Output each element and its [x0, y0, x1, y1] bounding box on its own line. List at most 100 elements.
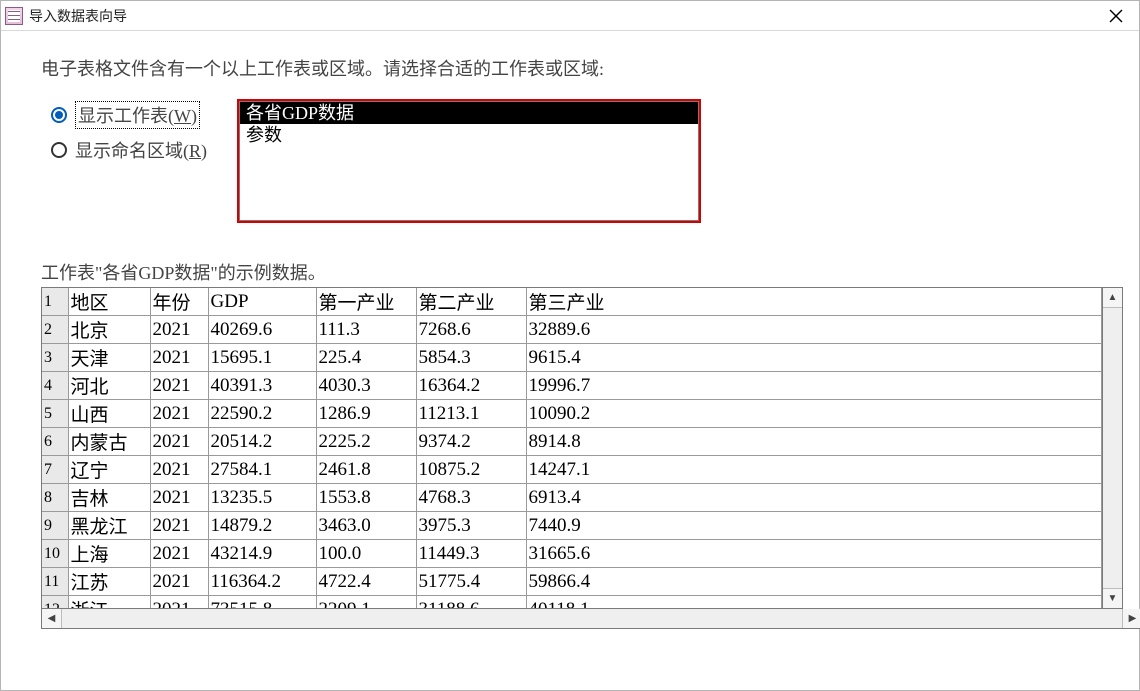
radio-icon: [51, 142, 67, 158]
cell: 4768.3: [416, 484, 526, 512]
cell: 73515.8: [208, 596, 316, 610]
cell: 16364.2: [416, 372, 526, 400]
table-row: 11江苏2021116364.24722.451775.459866.4: [42, 568, 1102, 596]
cell: 40391.3: [208, 372, 316, 400]
wizard-body: 电子表格文件含有一个以上工作表或区域。请选择合适的工作表或区域: 显示工作表(W…: [1, 31, 1139, 690]
row-number: 9: [42, 512, 68, 540]
wizard-window: 导入数据表向导 电子表格文件含有一个以上工作表或区域。请选择合适的工作表或区域:…: [0, 0, 1140, 691]
cell: 7268.6: [416, 316, 526, 344]
cell: 2021: [150, 372, 208, 400]
cell: 31188.6: [416, 596, 526, 610]
cell: 22590.2: [208, 400, 316, 428]
cell: 黑龙江: [68, 512, 150, 540]
scroll-track[interactable]: [1103, 308, 1122, 588]
cell: 天津: [68, 344, 150, 372]
cell: 19996.7: [526, 372, 1102, 400]
table-row: 6内蒙古202120514.22225.29374.28914.8: [42, 428, 1102, 456]
vertical-scrollbar[interactable]: ▲ ▼: [1103, 287, 1123, 609]
cell: 51775.4: [416, 568, 526, 596]
column-header: 第二产业: [416, 288, 526, 316]
row-number: 2: [42, 316, 68, 344]
sample-data-grid[interactable]: 1地区年份GDP第一产业第二产业第三产业2北京202140269.6111.37…: [41, 287, 1103, 609]
arrow-right-icon: ▶: [1129, 614, 1137, 624]
listbox-highlight-frame: 各省GDP数据 参数: [237, 99, 701, 223]
row-number: 7: [42, 456, 68, 484]
list-item[interactable]: 各省GDP数据: [240, 102, 698, 124]
cell: 2021: [150, 484, 208, 512]
scroll-right-button[interactable]: ▶: [1122, 609, 1140, 628]
row-number: 6: [42, 428, 68, 456]
table-row: 9黑龙江202114879.23463.03975.37440.9: [42, 512, 1102, 540]
cell: 吉林: [68, 484, 150, 512]
cell: 3975.3: [416, 512, 526, 540]
cell: 9374.2: [416, 428, 526, 456]
worksheet-listbox[interactable]: 各省GDP数据 参数: [239, 101, 699, 221]
cell: 浙江: [68, 596, 150, 610]
column-header: 第三产业: [526, 288, 1102, 316]
column-header: 地区: [68, 288, 150, 316]
cell: 15695.1: [208, 344, 316, 372]
data-table: 1地区年份GDP第一产业第二产业第三产业2北京202140269.6111.37…: [42, 288, 1102, 609]
cell: 225.4: [316, 344, 416, 372]
cell: 31665.6: [526, 540, 1102, 568]
radio-label-worksheets: 显示工作表(W): [75, 101, 200, 129]
cell: 2021: [150, 400, 208, 428]
column-header: 第一产业: [316, 288, 416, 316]
cell: 43214.9: [208, 540, 316, 568]
radio-show-worksheets[interactable]: 显示工作表(W): [51, 101, 207, 129]
titlebar: 导入数据表向导: [1, 1, 1139, 31]
scroll-left-button[interactable]: ◀: [42, 609, 62, 628]
cell: 40118.1: [526, 596, 1102, 610]
table-row: 5山西202122590.21286.911213.110090.2: [42, 400, 1102, 428]
cell: 14879.2: [208, 512, 316, 540]
cell: 27584.1: [208, 456, 316, 484]
cell: 6913.4: [526, 484, 1102, 512]
table-row: 4河北202140391.34030.316364.219996.7: [42, 372, 1102, 400]
cell: 2021: [150, 540, 208, 568]
cell: 2021: [150, 344, 208, 372]
radio-show-named-ranges[interactable]: 显示命名区域(R): [51, 137, 207, 163]
close-icon: [1109, 9, 1123, 23]
scroll-down-button[interactable]: ▼: [1103, 588, 1122, 608]
table-row: 10上海202143214.9100.011449.331665.6: [42, 540, 1102, 568]
cell: 河北: [68, 372, 150, 400]
table-row: 7辽宁202127584.12461.810875.214247.1: [42, 456, 1102, 484]
scroll-track[interactable]: [62, 609, 1122, 628]
cell: 2209.1: [316, 596, 416, 610]
cell: 2021: [150, 316, 208, 344]
row-number: 3: [42, 344, 68, 372]
cell: 5854.3: [416, 344, 526, 372]
cell: 40269.6: [208, 316, 316, 344]
cell: 山西: [68, 400, 150, 428]
selection-row: 显示工作表(W) 显示命名区域(R) 各省GDP数据 参数: [51, 99, 1119, 223]
cell: 3463.0: [316, 512, 416, 540]
row-number: 4: [42, 372, 68, 400]
scroll-up-button[interactable]: ▲: [1103, 288, 1122, 308]
row-number: 11: [42, 568, 68, 596]
cell: 10090.2: [526, 400, 1102, 428]
cell: 11449.3: [416, 540, 526, 568]
cell: 2021: [150, 428, 208, 456]
column-header: GDP: [208, 288, 316, 316]
horizontal-scrollbar[interactable]: ◀ ▶: [41, 609, 1140, 629]
close-button[interactable]: [1093, 1, 1139, 31]
cell: 11213.1: [416, 400, 526, 428]
row-number: 1: [42, 288, 68, 316]
row-number: 5: [42, 400, 68, 428]
cell: 2021: [150, 512, 208, 540]
cell: 7440.9: [526, 512, 1102, 540]
cell: 2021: [150, 596, 208, 610]
radio-label-named-ranges: 显示命名区域(R): [75, 137, 207, 163]
cell: 32889.6: [526, 316, 1102, 344]
list-item[interactable]: 参数: [240, 124, 698, 146]
cell: 2461.8: [316, 456, 416, 484]
cell: 13235.5: [208, 484, 316, 512]
arrow-up-icon: ▲: [1108, 293, 1118, 303]
row-number: 12: [42, 596, 68, 610]
radio-icon: [51, 107, 67, 123]
row-number: 10: [42, 540, 68, 568]
cell: 上海: [68, 540, 150, 568]
sample-data-area: 1地区年份GDP第一产业第二产业第三产业2北京202140269.6111.37…: [41, 287, 1123, 609]
cell: 北京: [68, 316, 150, 344]
arrow-left-icon: ◀: [48, 614, 56, 624]
